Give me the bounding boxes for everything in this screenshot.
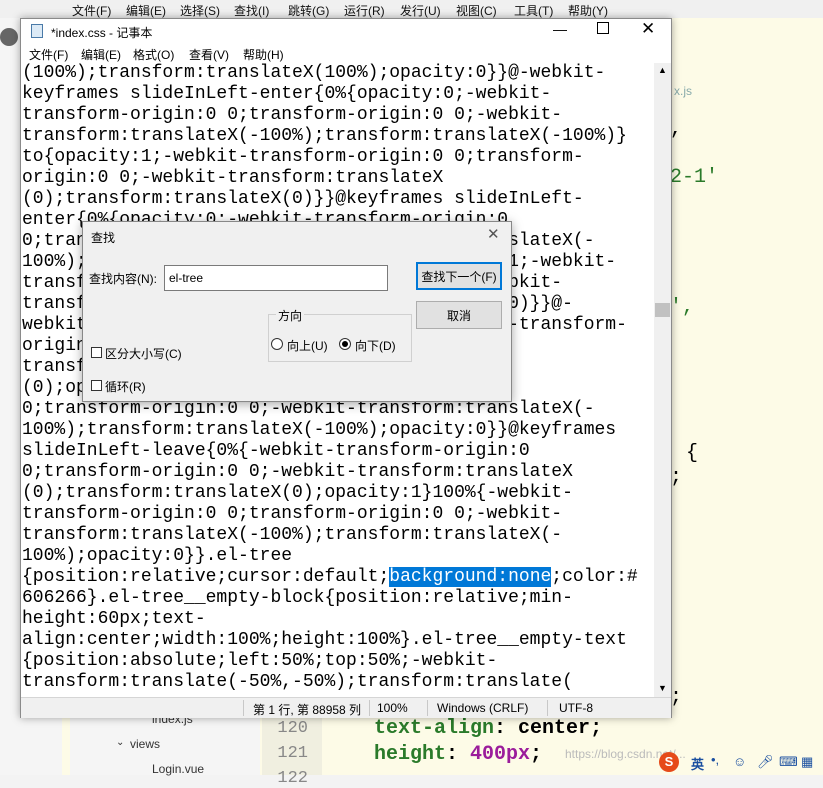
find-dialog: 查找 ✕ 查找内容(N): 查找下一个(F) 取消 方向 向上(U) 向下(D)… — [82, 221, 512, 402]
text-line: height:60px;text- — [22, 609, 206, 629]
line-number: 121 — [277, 744, 308, 763]
direction-up-label[interactable]: 向上(U) — [287, 337, 328, 354]
notepad-title: *index.css - 记事本 — [51, 26, 153, 40]
wrap-label[interactable]: 循环(R) — [105, 378, 146, 395]
maximize-icon[interactable] — [597, 22, 609, 34]
ide-menu-goto[interactable]: 跳转(G) — [288, 2, 329, 19]
line-number: 120 — [277, 719, 308, 738]
direction-label: 方向 — [276, 307, 305, 324]
find-next-button[interactable]: 查找下一个(F) — [416, 262, 502, 290]
status-zoom: 100% — [377, 701, 408, 715]
css-property: height — [374, 743, 447, 766]
text-line-suffix: ;color:# — [551, 567, 638, 587]
status-encoding: UTF-8 — [559, 701, 593, 715]
text-line: slideInLeft-leave{0%{-webkit-transform-o… — [22, 441, 530, 461]
code-fragment: ', — [670, 296, 695, 319]
notepad-titlebar[interactable]: *index.css - 记事本 — ✕ — [21, 19, 671, 43]
ide-file-tab: x.js — [674, 84, 692, 98]
direction-down-radio[interactable] — [339, 338, 351, 350]
cancel-button[interactable]: 取消 — [416, 301, 502, 329]
scrollbar-thumb[interactable] — [655, 303, 670, 317]
vertical-scrollbar[interactable]: ▲ ▼ — [654, 63, 671, 697]
system-tray: S 英 •, ☺ 🎤︎ ⌨ ▦ — [655, 752, 823, 775]
close-icon[interactable]: ✕ — [641, 19, 655, 39]
close-icon[interactable]: ✕ — [487, 225, 500, 243]
direction-up-radio[interactable] — [271, 338, 283, 350]
microphone-icon[interactable]: 🎤︎ — [757, 754, 774, 770]
tree-item-login-vue[interactable]: Login.vue — [152, 762, 204, 776]
ime-language[interactable]: 英 — [691, 754, 704, 773]
menu-edit[interactable]: 编辑(E) — [81, 46, 121, 63]
match-case-label[interactable]: 区分大小写(C) — [105, 345, 182, 362]
text-line: transform-origin:0 0;transform-origin:0 … — [22, 105, 563, 125]
text-line-prefix: {position:relative;cursor:default; — [22, 567, 390, 587]
text-line: 100%);opacity:0}}.el-tree — [22, 546, 293, 566]
status-position: 第 1 行, 第 88958 列 — [253, 703, 362, 717]
ide-menu-tools[interactable]: 工具(T) — [514, 2, 553, 19]
tree-item-views[interactable]: views — [130, 737, 160, 751]
find-dialog-title: 查找 — [91, 231, 116, 245]
css-value: center — [518, 717, 591, 740]
css-value: 400px — [470, 743, 531, 766]
text-line: transform-origin:0 0;transform-origin:0 … — [22, 504, 563, 524]
menu-format[interactable]: 格式(O) — [133, 46, 174, 63]
ide-menu-help[interactable]: 帮助(Y) — [568, 2, 608, 19]
ide-code-fragments: x.js , 2-1' ', { ; ; — [668, 18, 823, 775]
text-line: to{opacity:1;-webkit-transform-origin:0 … — [22, 147, 584, 167]
text-line: keyframes slideInLeft-enter{0%{opacity:0… — [22, 84, 552, 104]
ide-menubar: 文件(F) 编辑(E) 选择(S) 查找(I) 跳转(G) 运行(R) 发行(U… — [0, 0, 823, 18]
text-line: (0);transform:translateX(0)}}@keyframes … — [22, 189, 584, 209]
find-label: 查找内容(N): — [89, 272, 157, 286]
scroll-down-icon[interactable]: ▼ — [658, 683, 667, 693]
wrap-checkbox[interactable] — [91, 380, 102, 391]
status-bar: 第 1 行, 第 88958 列 100% Windows (CRLF) UTF… — [21, 697, 671, 718]
text-line: 100%);transform:translateX(-100%);opacit… — [22, 420, 617, 440]
ide-menu-publish[interactable]: 发行(U) — [400, 2, 441, 19]
skin-icon[interactable]: ▦ — [801, 754, 813, 770]
code-line: text-align: center; — [374, 717, 603, 740]
notepad-menubar: 文件(F) 编辑(E) 格式(O) 查看(V) 帮助(H) — [21, 43, 671, 63]
css-property: text-align — [374, 717, 495, 740]
text-line: {position:absolute;left:50%;top:50%;-web… — [22, 651, 498, 671]
find-input[interactable] — [164, 265, 388, 291]
file-tree: index.js ⌄ views Login.vue — [70, 710, 260, 776]
ide-menu-select[interactable]: 选择(S) — [180, 2, 220, 19]
search-match-highlight: background:none — [389, 567, 552, 587]
code-fragment: { — [686, 442, 699, 465]
text-line: align:center;width:100%;height:100%}.el-… — [22, 630, 627, 650]
sogou-ime-icon[interactable]: S — [659, 752, 679, 772]
menu-help[interactable]: 帮助(H) — [243, 46, 284, 63]
text-line: transform:translateX(-100%);transform:tr… — [22, 126, 627, 146]
line-number-gutter: 120 121 122 — [262, 716, 322, 788]
ide-menu-file[interactable]: 文件(F) — [72, 2, 111, 19]
notepad-app-icon — [31, 24, 43, 38]
line-number: 122 — [277, 769, 308, 788]
text-line: transform:translateX(-100%);transform:tr… — [22, 525, 563, 545]
menu-view[interactable]: 查看(V) — [189, 46, 229, 63]
status-line-ending: Windows (CRLF) — [437, 701, 529, 715]
emoji-icon[interactable]: ☺ — [733, 754, 746, 769]
punctuation-icon[interactable]: •, — [711, 752, 719, 767]
text-line: (100%);transform:translateX(100%);opacit… — [22, 63, 606, 83]
text-line: (0);transform:translateX(0);opacity:1}10… — [22, 483, 573, 503]
text-line: 0;transform-origin:0 0;-webkit-transform… — [22, 462, 573, 482]
menu-file[interactable]: 文件(F) — [29, 46, 68, 63]
text-line: origin:0 0;-webkit-transform:translateX — [22, 168, 444, 188]
chevron-down-icon[interactable]: ⌄ — [116, 737, 124, 748]
ide-menu-find[interactable]: 查找(I) — [234, 2, 269, 19]
ide-menu-edit[interactable]: 编辑(E) — [126, 2, 166, 19]
user-avatar-icon[interactable] — [0, 28, 18, 46]
keyboard-icon[interactable]: ⌨ — [779, 754, 798, 770]
code-fragment: 2-1' — [670, 166, 719, 189]
minimize-icon[interactable]: — — [553, 21, 567, 37]
text-line: 0;transform-origin:0 0;-webkit-transform… — [22, 399, 595, 419]
match-case-checkbox[interactable] — [91, 347, 102, 358]
ide-menu-run[interactable]: 运行(R) — [344, 2, 385, 19]
direction-down-label[interactable]: 向下(D) — [355, 337, 396, 354]
scroll-up-icon[interactable]: ▲ — [658, 65, 667, 75]
text-line: transform:translate(-50%,-50%);transform… — [22, 672, 573, 692]
text-line: 606266}.el-tree__empty-block{position:re… — [22, 588, 573, 608]
ide-menu-view[interactable]: 视图(C) — [456, 2, 497, 19]
